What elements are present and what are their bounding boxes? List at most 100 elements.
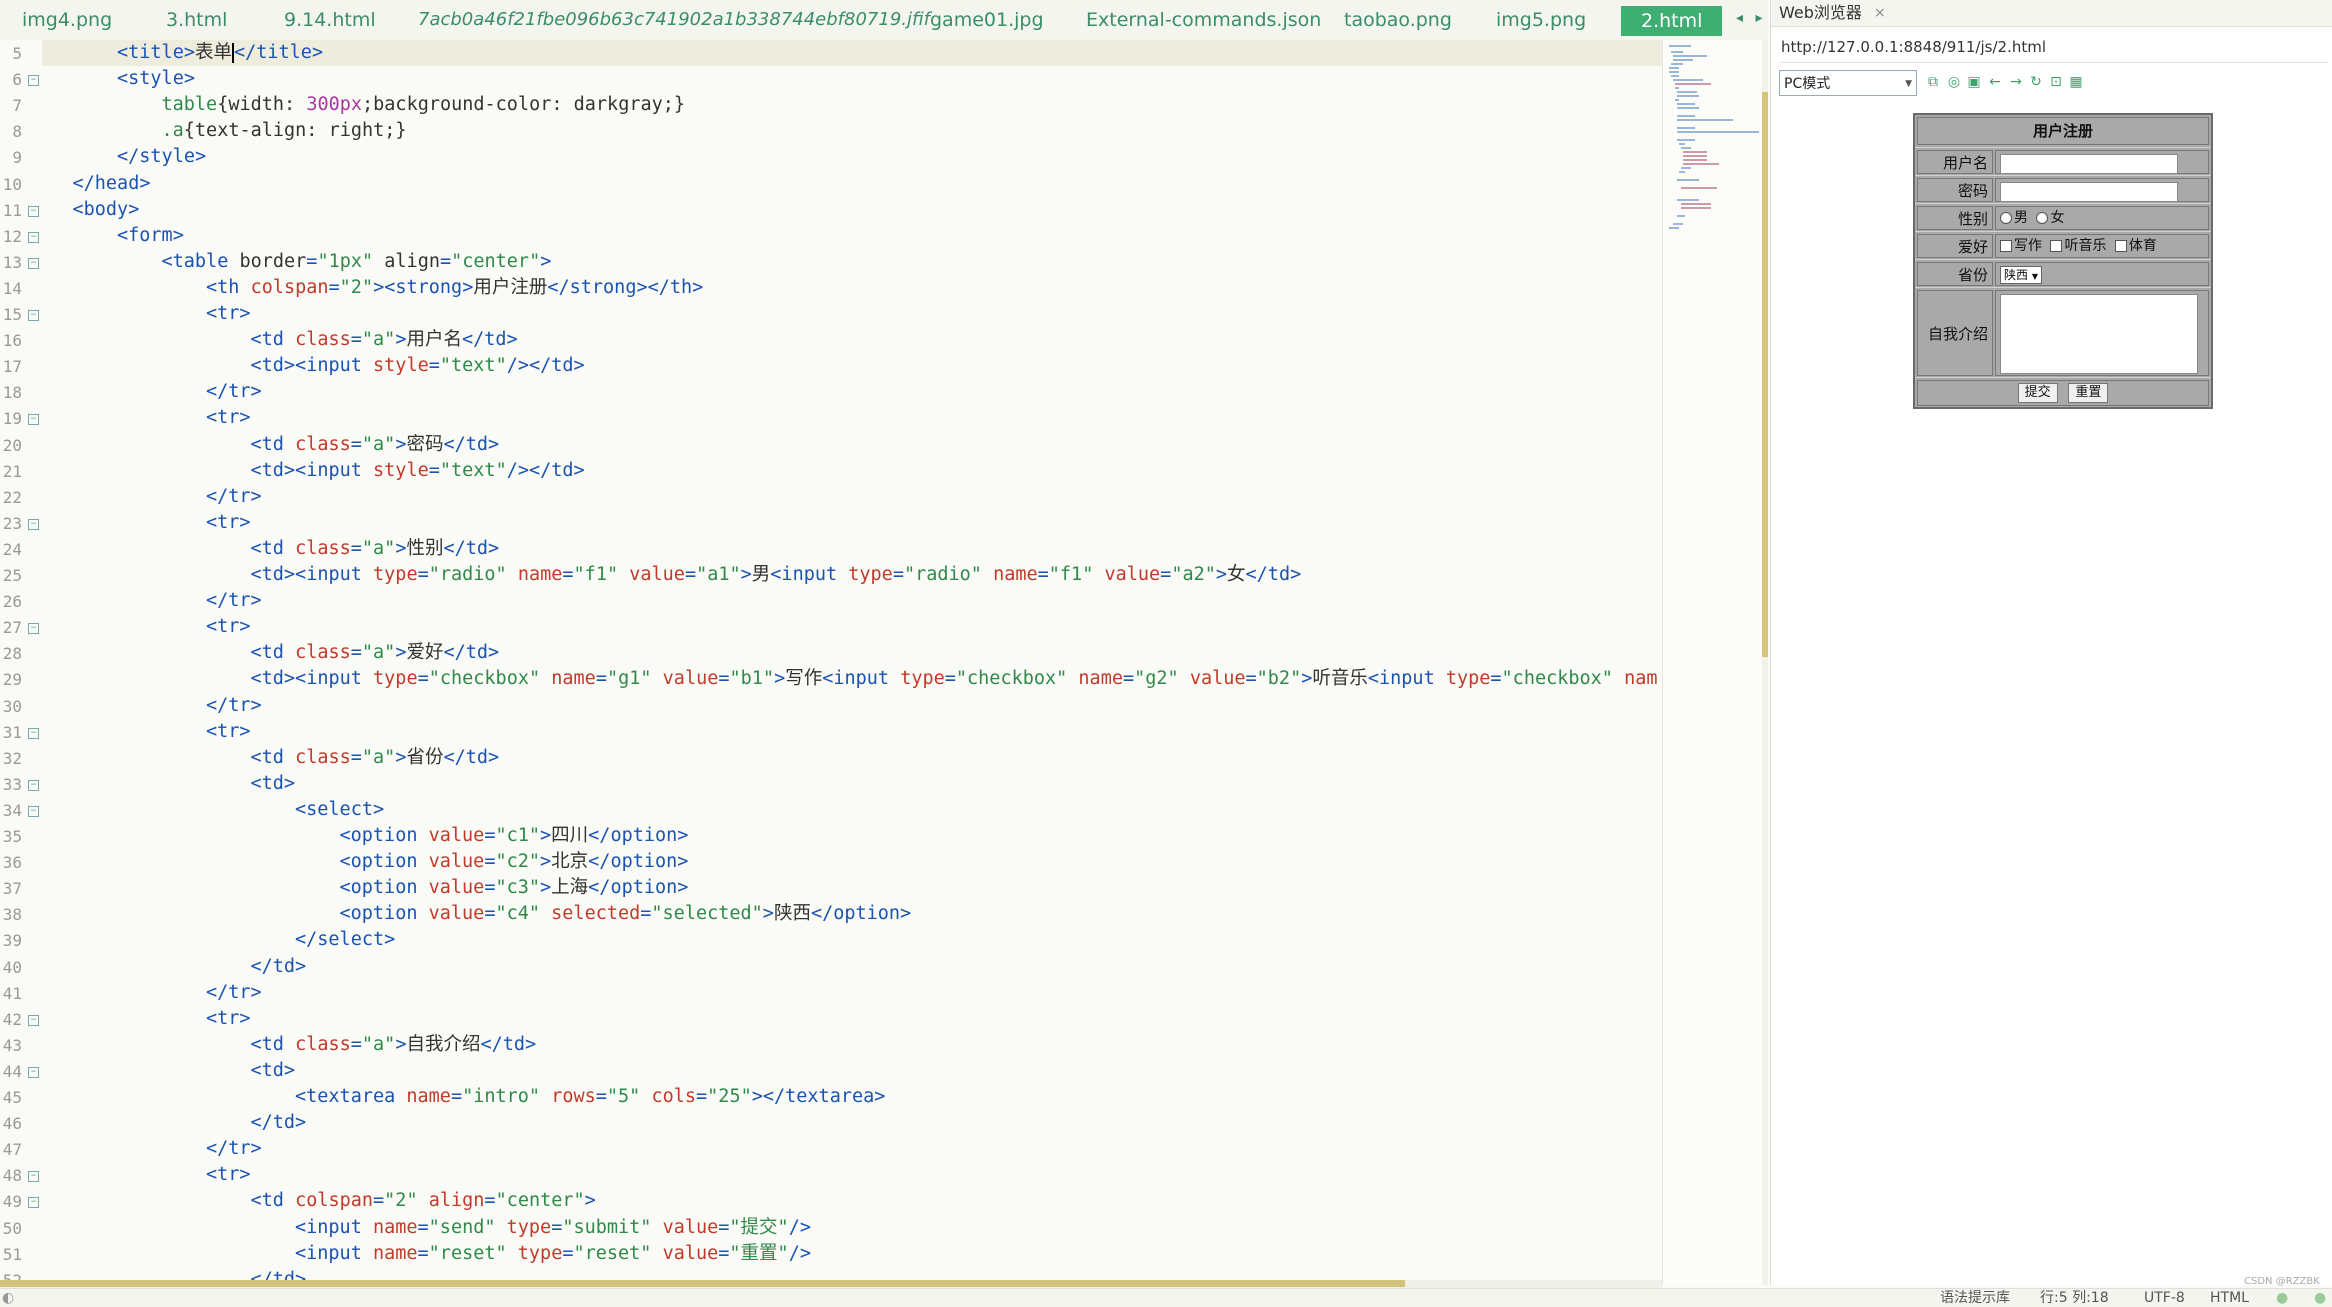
code-line[interactable]: <td><input style="text"/></td> (42, 353, 585, 379)
code-line[interactable]: <th colspan="2"><strong>用户注册</strong></t… (42, 275, 703, 301)
code-area[interactable]: <title>表单 </title> <style> table{width: 300… (42, 40, 1662, 1285)
hobby-checkbox-music[interactable] (2050, 240, 2063, 252)
code-line[interactable]: <form> (42, 223, 184, 249)
tab-img5-png[interactable]: img5.png (1496, 0, 1586, 40)
code-line[interactable]: </td> (42, 1110, 307, 1136)
lock-icon[interactable]: ⊡ (2047, 73, 2065, 91)
qrcode-icon[interactable]: ▦ (2067, 73, 2085, 91)
code-line[interactable]: <tr> (42, 510, 251, 536)
code-line[interactable]: <td class="a">省份</td> (42, 745, 500, 771)
fold-toggle-icon[interactable]: − (28, 1171, 39, 1183)
code-line[interactable]: <style> (42, 66, 195, 92)
syntax-hint-library[interactable]: 语法提示库 (1940, 1289, 2010, 1307)
tab-scroll-arrows-icon[interactable]: ◂ ▸ (1736, 10, 1767, 26)
code-line[interactable]: <td><input type="checkbox" name="g1" val… (42, 666, 1658, 692)
hobby-checkbox-writing[interactable] (2000, 240, 2012, 252)
tab-game01-jpg[interactable]: game01.jpg (930, 0, 1044, 40)
minimap[interactable] (1662, 40, 1763, 1285)
reset-button[interactable]: 重置 (2068, 382, 2109, 403)
code-line[interactable]: <tr> (42, 719, 251, 745)
code-line[interactable]: <td> (42, 771, 296, 797)
fold-toggle-icon[interactable]: − (28, 1014, 39, 1026)
code-line[interactable]: <td class="a">性别</td> (42, 536, 500, 562)
code-line[interactable]: <td><input type="radio" name="f1" value=… (42, 562, 1302, 588)
code-line[interactable]: <option value="c2">北京</option> (42, 849, 689, 875)
code-line[interactable]: <body> (42, 197, 140, 223)
open-external-icon[interactable]: ⧉ (1924, 73, 1942, 91)
file-language[interactable]: HTML (2210, 1289, 2249, 1307)
code-line[interactable]: <td> (42, 1058, 296, 1084)
code-line[interactable]: </tr> (42, 980, 262, 1006)
code-line[interactable]: </td> (42, 954, 307, 980)
code-line[interactable]: </tr> (42, 484, 262, 510)
tab-2-html[interactable]: 2.html (1621, 6, 1723, 36)
fold-toggle-icon[interactable]: − (28, 414, 39, 426)
username-input[interactable] (2000, 154, 2178, 174)
code-line[interactable]: <tr> (42, 614, 251, 640)
gender-radio-male[interactable] (2000, 212, 2012, 224)
code-line[interactable]: <td class="a">自我介绍</td> (42, 1032, 537, 1058)
code-line[interactable]: <select> (42, 797, 384, 823)
file-encoding[interactable]: UTF-8 (2144, 1289, 2185, 1307)
code-line[interactable]: <td><input style="text"/></td> (42, 458, 585, 484)
fold-toggle-icon[interactable]: − (28, 257, 39, 269)
code-line[interactable]: <tr> (42, 1006, 251, 1032)
close-icon[interactable]: × (1874, 2, 1886, 24)
code-line[interactable]: <title>表单 </title> (42, 40, 1662, 66)
code-line[interactable]: table{width: 300px;background-color: dar… (42, 92, 686, 118)
code-line[interactable]: <tr> (42, 1162, 251, 1188)
code-line[interactable]: <td class="a">爱好</td> (42, 640, 500, 666)
code-line[interactable]: <tr> (42, 405, 251, 431)
gender-radio-female[interactable] (2036, 212, 2049, 224)
horizontal-scrollbar-thumb[interactable] (0, 1280, 1405, 1287)
code-line[interactable]: </tr> (42, 1136, 262, 1162)
vertical-scrollbar-thumb[interactable] (1762, 92, 1768, 657)
tab-jfif-image[interactable]: 7acb0a46f21fbe096b63c741902a1b338744ebf8… (418, 0, 930, 40)
hobby-checkbox-sports[interactable] (2114, 240, 2127, 252)
code-line[interactable]: <input name="send" type="submit" value="… (42, 1215, 811, 1241)
notification-icon[interactable]: ● (2276, 1289, 2288, 1307)
province-select[interactable]: 陕西 ▼ (2000, 265, 2042, 284)
code-line[interactable]: </style> (42, 144, 206, 170)
intro-textarea[interactable] (2000, 294, 2198, 374)
fold-toggle-icon[interactable]: − (28, 231, 39, 243)
tab-9-14-html[interactable]: 9.14.html (284, 0, 376, 40)
fold-toggle-icon[interactable]: − (28, 75, 39, 87)
code-editor[interactable]: 5 6−7 8 9 10 11−12−13−14 15−16 17 18 19−20 21 22 23−… (0, 40, 1662, 1285)
code-line[interactable]: <input name="reset" type="reset" value="… (42, 1241, 811, 1267)
code-line[interactable]: <option value="c3">上海</option> (42, 875, 689, 901)
fold-toggle-icon[interactable]: − (28, 518, 39, 530)
code-line[interactable]: <tr> (42, 301, 251, 327)
fold-toggle-icon[interactable]: − (28, 310, 39, 321)
code-line[interactable]: <option value="c1">四川</option> (42, 823, 689, 849)
fold-toggle-icon[interactable]: − (28, 623, 39, 635)
url-input[interactable] (1779, 34, 2323, 60)
fold-toggle-icon[interactable]: − (28, 779, 39, 791)
account-icon[interactable]: ● (2314, 1289, 2326, 1307)
code-line[interactable]: <td class="a">用户名</td> (42, 327, 518, 353)
code-line[interactable]: </head> (42, 171, 151, 197)
fold-toggle-icon[interactable]: − (28, 1066, 39, 1078)
back-icon[interactable]: ← (1986, 73, 2004, 91)
refresh-icon[interactable]: ↻ (2027, 73, 2045, 91)
code-line[interactable]: <textarea name="intro" rows="5" cols="25… (42, 1084, 885, 1110)
code-line[interactable]: <option value="c4" selected="selected">陕… (42, 901, 912, 927)
tab-taobao-png[interactable]: taobao.png (1344, 0, 1452, 40)
code-line[interactable]: </tr> (42, 379, 262, 405)
browser-tab-label[interactable]: Web浏览器 (1779, 2, 1862, 24)
code-line[interactable]: <table border="1px" align="center"> (42, 249, 552, 275)
submit-button[interactable]: 提交 (2017, 382, 2058, 403)
tab-img4-png[interactable]: img4.png (22, 0, 112, 40)
tab-3-html[interactable]: 3.html (166, 0, 227, 40)
code-line[interactable]: <td colspan="2" align="center"> (42, 1188, 596, 1214)
fold-toggle-icon[interactable]: − (28, 205, 39, 217)
code-line[interactable]: </tr> (42, 693, 262, 719)
fold-toggle-icon[interactable]: − (28, 1197, 39, 1209)
forward-icon[interactable]: → (2007, 73, 2025, 91)
code-line[interactable]: <td class="a">密码</td> (42, 432, 500, 458)
fold-toggle-icon[interactable]: − (28, 805, 39, 817)
code-line[interactable]: .a{text-align: right;} (42, 118, 407, 144)
screenshot-icon[interactable]: ▣ (1965, 73, 1983, 91)
fold-toggle-icon[interactable]: − (28, 727, 39, 739)
cursor-position[interactable]: 行:5 列:18 (2040, 1289, 2109, 1307)
